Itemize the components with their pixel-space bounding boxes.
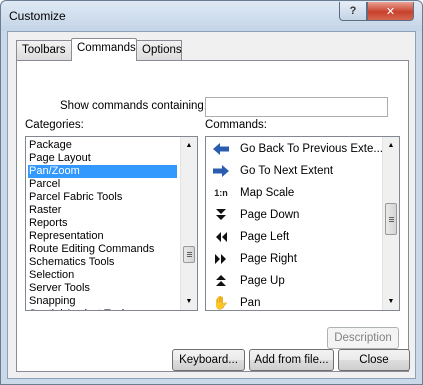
category-item[interactable]: Parcel [28,178,177,191]
category-item[interactable]: Package [28,139,177,152]
command-item[interactable]: Page Up [208,270,378,292]
command-item[interactable]: Go Back To Previous Exte... [208,138,383,160]
command-item-label: Go Back To Previous Exte... [240,143,383,155]
scroll-down-icon[interactable]: ▼ [383,293,399,310]
category-item[interactable]: Spatial Analyst Tools [28,308,177,310]
category-item[interactable]: Snapping [28,295,177,308]
keyboard-button-label: Keyboard... [179,354,238,366]
tab-options[interactable]: Options [136,40,182,60]
add-from-file-button-label: Add from file... [254,354,329,366]
scroll-up-icon[interactable]: ▲ [181,137,197,154]
category-item[interactable]: Page Layout [28,152,177,165]
command-item[interactable]: Page Left [208,226,378,248]
commands-listbox[interactable]: Go Back To Previous Exte... Go To Next Ex… [205,136,400,311]
dialog-body: Toolbars Commands Options Show commands … [7,31,416,379]
command-item-label: Pan [240,297,261,309]
tab-commands[interactable]: Commands [71,38,137,61]
page-left-icon [208,228,234,246]
close-icon: ✕ [385,5,396,18]
category-item[interactable]: Selection [28,269,177,282]
arrow-right-icon [208,162,234,180]
categories-scroll-thumb[interactable] [183,246,195,263]
commands-header: Commands: [205,119,267,131]
tab-toolbars[interactable]: Toolbars [16,40,72,60]
help-icon: ? [349,5,357,17]
command-item-label: Page Left [240,231,290,243]
command-item-label: Page Right [240,253,297,265]
close-button[interactable]: Close [338,349,410,371]
command-item[interactable]: Page Right [208,248,378,270]
categories-scrollbar[interactable]: ▲ ▼ [180,137,197,310]
category-item[interactable]: Reports [28,217,177,230]
category-item[interactable]: Representation [28,230,177,243]
window-close-button[interactable]: ✕ [367,2,414,21]
tab-options-label: Options [142,44,182,56]
commands-scroll-thumb[interactable] [385,203,397,235]
category-item[interactable]: Pan/Zoom [28,165,177,178]
command-item-label: Map Scale [240,187,295,199]
command-item-label: Page Down [240,209,300,221]
close-button-label: Close [359,354,389,366]
category-item[interactable]: Parcel Fabric Tools [28,191,177,204]
customize-dialog: Customize ? ✕ Toolbars Commands Options … [0,0,423,385]
tab-commands-label: Commands [77,42,136,54]
page-right-icon [208,250,234,268]
commands-tab-panel: Show commands containing: Categories: Pa… [16,60,409,372]
scroll-down-icon[interactable]: ▼ [181,293,197,310]
window-title: Customize [9,9,66,23]
command-item-label: Go To Next Extent [240,165,334,177]
command-item[interactable]: ✋ Pan [208,292,378,310]
command-item[interactable]: Go To Next Extent [208,160,378,182]
commands-scrollbar[interactable]: ▲ ▼ [382,137,399,310]
description-button-label: Description [334,332,392,344]
page-up-icon [208,272,234,290]
title-bar: Customize ? ✕ [1,1,422,31]
categories-header: Categories: [25,119,84,131]
map-scale-icon: 1:n [214,188,228,198]
keyboard-button[interactable]: Keyboard... [172,349,245,371]
help-button[interactable]: ? [339,2,367,21]
search-input[interactable] [205,97,388,117]
category-item[interactable]: Raster [28,204,177,217]
hand-pan-icon: ✋ [212,295,230,310]
category-item[interactable]: Schematics Tools [28,256,177,269]
search-label: Show commands containing: [60,100,208,112]
scroll-up-icon[interactable]: ▲ [383,137,399,154]
add-from-file-button[interactable]: Add from file... [249,349,334,371]
command-item-label: Page Up [240,275,285,287]
page-down-icon [208,206,234,224]
arrow-left-icon [208,140,234,158]
description-button[interactable]: Description [327,327,399,349]
categories-listbox[interactable]: Package Page Layout Pan/Zoom Parcel Parcel F… [25,136,198,311]
command-item[interactable]: 1:n Map Scale [208,182,378,204]
category-item[interactable]: Server Tools [28,282,177,295]
tab-toolbars-label: Toolbars [22,44,66,56]
command-item[interactable]: Page Down [208,204,378,226]
category-item[interactable]: Route Editing Commands [28,243,177,256]
